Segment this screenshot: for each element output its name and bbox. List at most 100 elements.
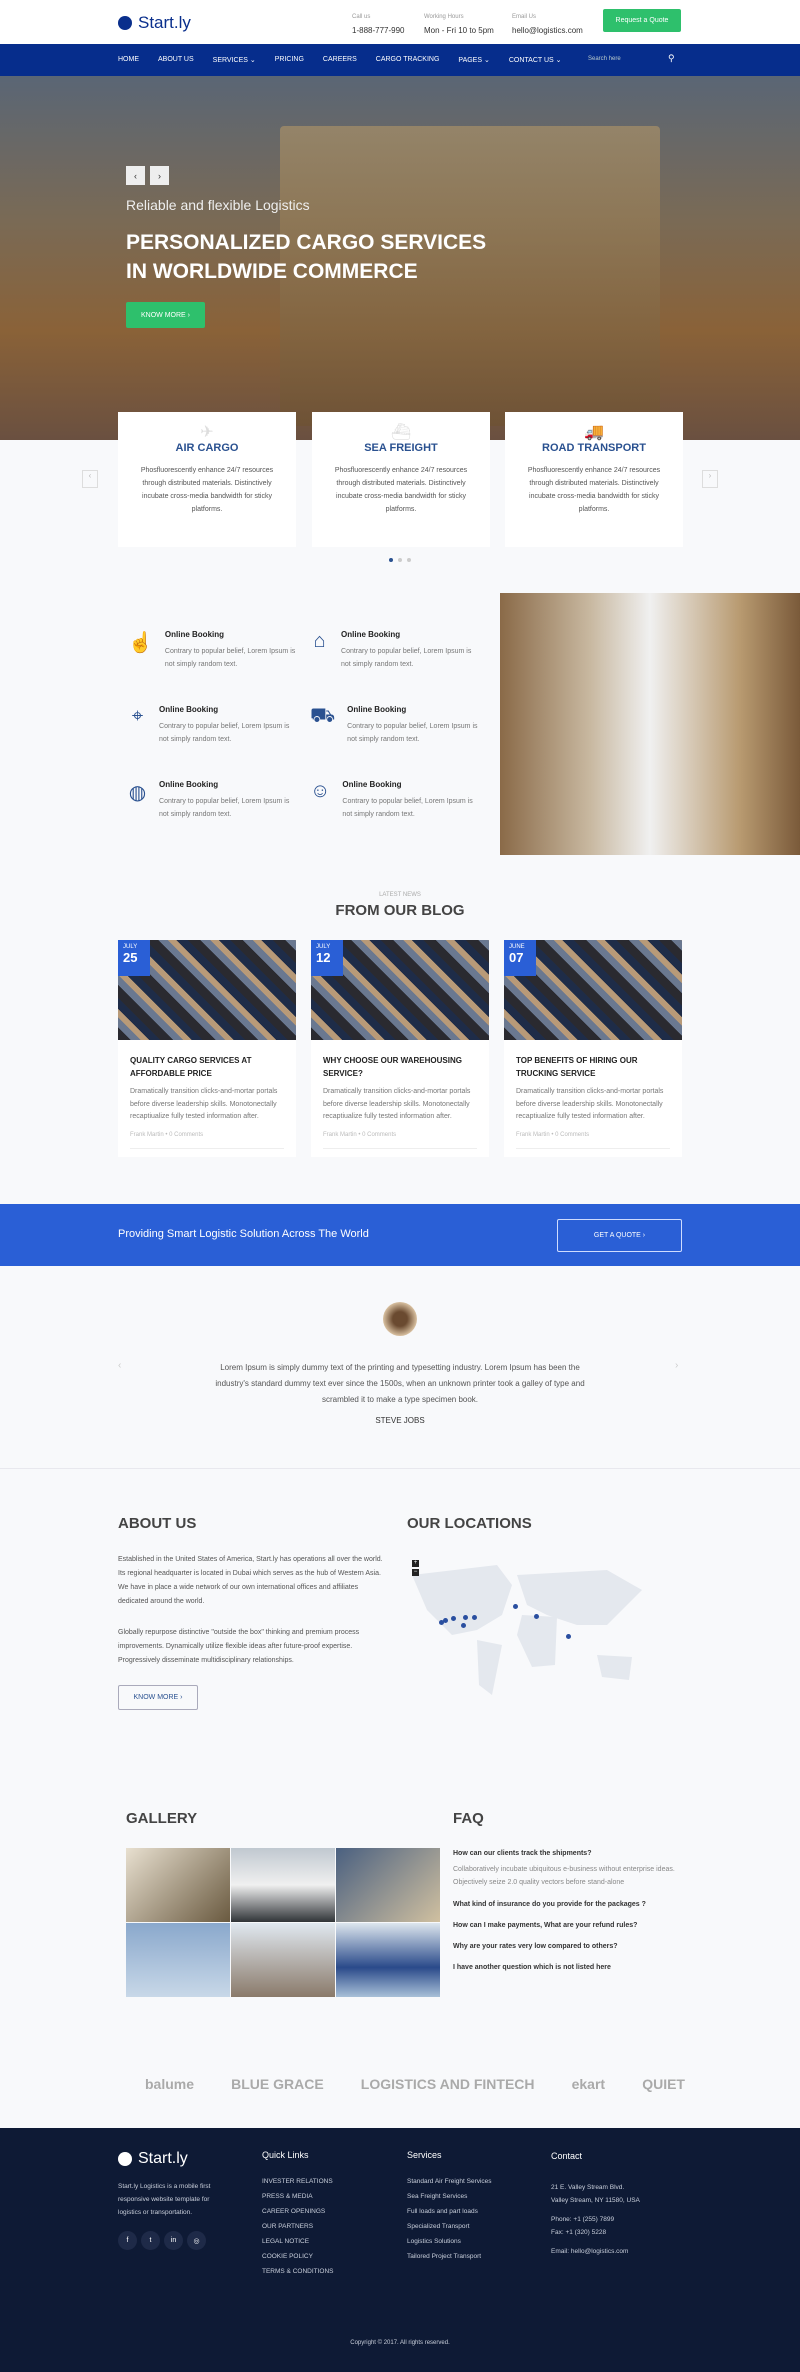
blog-post-title[interactable]: QUALITY CARGO SERVICES AT AFFORDABLE PRI…: [130, 1054, 284, 1080]
nav-item[interactable]: SERVICES ⌄: [213, 56, 256, 64]
dribbble-icon[interactable]: ◎: [187, 2231, 206, 2250]
service-card[interactable]: 🚚 ROAD TRANSPORT Phosfluorescently enhance…: [505, 412, 683, 547]
service-link[interactable]: Sea Freight Services: [407, 2193, 492, 2200]
testimonial-next[interactable]: ›: [675, 1360, 678, 1371]
footer-email[interactable]: Email: hello@logistics.com: [551, 2245, 640, 2258]
faq-question[interactable]: How can I make payments, What are your r…: [453, 1922, 683, 1929]
faq-question[interactable]: Why are your rates very low compared to …: [453, 1943, 683, 1950]
quick-link[interactable]: PRESS & MEDIA: [262, 2193, 334, 2200]
hero-next-button[interactable]: ›: [150, 166, 169, 185]
gallery-image-truck[interactable]: [231, 1848, 335, 1922]
globe-plane-icon: ◍: [128, 782, 147, 804]
dot[interactable]: [407, 558, 411, 562]
faq-question[interactable]: I have another question which is not lis…: [453, 1964, 683, 1971]
services-title: Services: [407, 2150, 442, 2160]
gallery-image-team[interactable]: [336, 1848, 440, 1922]
faq-question[interactable]: What kind of insurance do you provide fo…: [453, 1901, 683, 1908]
feature-item: ⌖ Online Booking Contrary to popular belie…: [128, 705, 298, 746]
service-link[interactable]: Standard Air Freight Services: [407, 2178, 492, 2185]
carousel-dots: [389, 558, 411, 562]
location-marker[interactable]: [534, 1614, 539, 1619]
quick-link[interactable]: OUR PARTNERS: [262, 2223, 334, 2230]
testimonial-avatar: [383, 1302, 417, 1336]
blog-card[interactable]: JUNE 07 TOP BENEFITS OF HIRING OUR TRUCKIN…: [504, 940, 682, 1157]
gallery-image-warehouse[interactable]: [126, 1848, 230, 1922]
quick-link[interactable]: COOKIE POLICY: [262, 2253, 334, 2260]
quick-link[interactable]: TERMS & CONDITIONS: [262, 2268, 334, 2275]
blog-post-title[interactable]: TOP BENEFITS OF HIRING OUR TRUCKING SERV…: [516, 1054, 670, 1080]
feature-item: ◍ Online Booking Contrary to popular belie…: [128, 780, 290, 818]
request-quote-button[interactable]: Request a Quote: [603, 9, 681, 32]
blog-meta: Frank Martin • 0 Comments: [323, 1132, 477, 1149]
linkedin-icon[interactable]: in: [164, 2231, 183, 2250]
address-line-2: Valley Stream, NY 11580, USA: [551, 2197, 640, 2204]
facebook-icon[interactable]: f: [118, 2231, 137, 2250]
address-line-1: 21 E. Valley Stream Blvd.: [551, 2184, 625, 2191]
gallery-image-train[interactable]: [231, 1923, 335, 1997]
service-text: Phosfluorescently enhance 24/7 resources…: [334, 467, 468, 513]
blog-post-title[interactable]: WHY CHOOSE OUR WAREHOUSING SERVICE?: [323, 1054, 477, 1080]
nav-item[interactable]: ABOUT US: [158, 56, 194, 64]
gallery-image-ship[interactable]: [336, 1923, 440, 1997]
blog-image[interactable]: JUNE 07: [504, 940, 682, 1040]
hero-prev-button[interactable]: ‹: [126, 166, 145, 185]
about-paragraph-2: Globally repurpose distinctive "outside …: [118, 1629, 360, 1664]
service-link[interactable]: Logistics Solutions: [407, 2238, 492, 2245]
location-marker[interactable]: [461, 1623, 466, 1628]
gallery-image-plane[interactable]: [126, 1923, 230, 1997]
testimonial-prev[interactable]: ‹: [118, 1360, 121, 1371]
blog-title: FROM OUR BLOG: [335, 902, 465, 919]
nav-item[interactable]: CARGO TRACKING: [376, 56, 440, 64]
date-badge: JULY 25: [118, 940, 150, 976]
blog-kicker: LATEST NEWS: [379, 892, 421, 898]
service-link[interactable]: Specialized Transport: [407, 2223, 492, 2230]
location-marker[interactable]: [472, 1615, 477, 1620]
location-marker[interactable]: [513, 1604, 518, 1609]
quick-link[interactable]: CAREER OPENINGS: [262, 2208, 334, 2215]
services-next-arrow[interactable]: ›: [702, 470, 718, 488]
get-quote-button[interactable]: GET A QUOTE ›: [557, 1219, 682, 1252]
faq-question[interactable]: How can our clients track the shipments?: [453, 1850, 683, 1857]
hero-title: PERSONALIZED CARGO SERVICES IN WORLDWIDE …: [126, 231, 487, 283]
nav-item[interactable]: CONTACT US ⌄: [509, 56, 562, 64]
quick-link[interactable]: LEGAL NOTICE: [262, 2238, 334, 2245]
partner-logo: BLUE GRACE: [231, 2076, 324, 2092]
quick-link[interactable]: INVESTER RELATIONS: [262, 2178, 334, 2185]
blog-card[interactable]: JULY 25 QUALITY CARGO SERVICES AT AFFORDAB…: [118, 940, 296, 1157]
location-marker[interactable]: [566, 1634, 571, 1639]
dot[interactable]: [398, 558, 402, 562]
dot-active[interactable]: [389, 558, 393, 562]
contact-title: Contact: [551, 2151, 583, 2161]
globe-icon: [118, 2152, 132, 2166]
feature-item: ⌂ Online Booking Contrary to popular belie…: [310, 630, 480, 671]
nav-item[interactable]: CAREERS: [323, 56, 357, 64]
service-link[interactable]: Tailored Project Transport: [407, 2253, 492, 2260]
location-marker[interactable]: [463, 1615, 468, 1620]
location-marker[interactable]: [451, 1616, 456, 1621]
search-icon[interactable]: ⚲: [668, 53, 675, 64]
twitter-icon[interactable]: t: [141, 2231, 160, 2250]
blog-image[interactable]: JULY 25: [118, 940, 296, 1040]
locations-map[interactable]: + −: [407, 1555, 647, 1700]
nav-item[interactable]: PRICING: [275, 56, 304, 64]
brand-logo[interactable]: Start.ly: [118, 13, 191, 33]
nav-item[interactable]: HOME: [118, 56, 139, 64]
faq-list: How can our clients track the shipments?…: [453, 1850, 683, 1985]
service-card[interactable]: ✈ AIR CARGO Phosfluorescently enhance 24/7…: [118, 412, 296, 547]
nav-item[interactable]: PAGES ⌄: [458, 56, 489, 64]
footer-logo[interactable]: Start.ly: [118, 2150, 228, 2168]
about-know-more-button[interactable]: KNOW MORE ›: [118, 1685, 198, 1710]
service-link[interactable]: Full loads and part loads: [407, 2208, 492, 2215]
locations-title: OUR LOCATIONS: [407, 1515, 532, 1532]
services-prev-arrow[interactable]: ‹: [82, 470, 98, 488]
location-marker[interactable]: [443, 1618, 448, 1623]
blog-card[interactable]: JULY 12 WHY CHOOSE OUR WAREHOUSING SERVICE…: [311, 940, 489, 1157]
map-zoom-in[interactable]: +: [412, 1560, 419, 1567]
blog-excerpt: Dramatically transition clicks-and-morta…: [323, 1088, 471, 1120]
hero-know-more-button[interactable]: KNOW MORE ›: [126, 302, 205, 328]
service-card[interactable]: ⛴ SEA FREIGHT Phosfluorescently enhance 24…: [312, 412, 490, 547]
search-input[interactable]: Search here: [588, 56, 621, 62]
service-text: Phosfluorescently enhance 24/7 resources…: [140, 467, 274, 513]
blog-image[interactable]: JULY 12: [311, 940, 489, 1040]
map-zoom-out[interactable]: −: [412, 1569, 419, 1576]
